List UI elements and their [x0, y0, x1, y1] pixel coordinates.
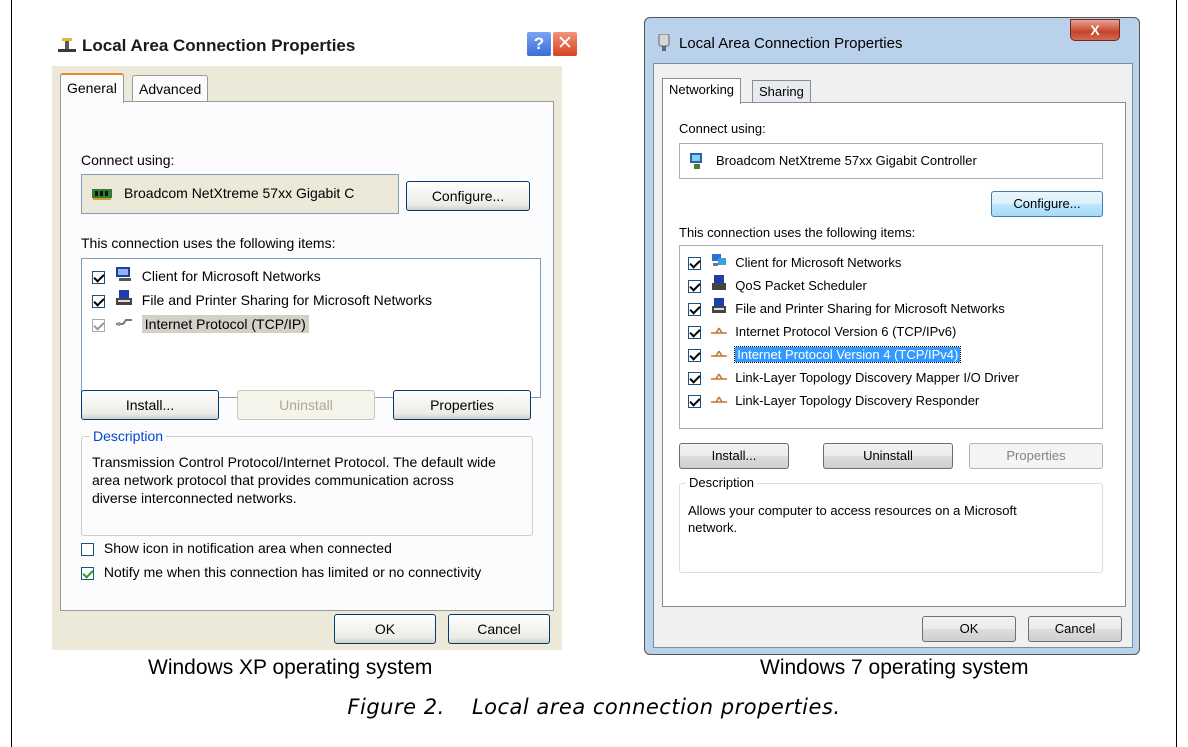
- item-label: File and Printer Sharing for Microsoft N…: [735, 301, 1005, 316]
- list-item[interactable]: File and Printer Sharing for Microsoft N…: [92, 289, 432, 311]
- tab-advanced[interactable]: Advanced: [132, 75, 209, 101]
- notify-checkbox[interactable]: [81, 566, 94, 580]
- protocol-icon: [710, 368, 727, 390]
- protocol-icon: [710, 345, 727, 367]
- network-connection-icon: [56, 37, 78, 55]
- adapter-name: Broadcom NetXtreme 57xx Gigabit Controll…: [716, 153, 977, 168]
- adapter-field: Broadcom NetXtreme 57xx Gigabit Controll…: [679, 143, 1103, 179]
- list-item[interactable]: Internet Protocol (TCP/IP): [92, 313, 309, 335]
- file-printer-sharing-icon: [711, 298, 727, 321]
- list-item[interactable]: Internet Protocol Version 4 (TCP/IPv4): [688, 344, 962, 367]
- install-button[interactable]: Install...: [679, 443, 789, 469]
- xp-general-panel: Connect using: Broadcom NetXtreme 57xx G…: [60, 101, 554, 611]
- connect-using-label: Connect using:: [81, 152, 175, 168]
- tab-general[interactable]: General: [60, 73, 124, 103]
- list-item[interactable]: Link-Layer Topology Discovery Mapper I/O…: [688, 367, 1019, 389]
- ok-button[interactable]: OK: [922, 616, 1016, 642]
- cancel-button[interactable]: Cancel: [448, 614, 550, 644]
- xp-items-list[interactable]: Client for Microsoft Networks File and P…: [81, 258, 541, 398]
- connect-using-label: Connect using:: [679, 121, 766, 136]
- network-connection-icon: [657, 33, 671, 52]
- description-text: Allows your computer to access resources…: [688, 503, 1017, 535]
- show-icon-label: Show icon in notification area when conn…: [103, 540, 392, 556]
- qos-scheduler-icon: [711, 275, 727, 298]
- figure-number: Figure 2.: [347, 695, 445, 719]
- item-label: Internet Protocol Version 4 (TCP/IPv4): [734, 346, 962, 363]
- uninstall-button[interactable]: Uninstall: [823, 443, 953, 469]
- w7-networking-panel: Connect using: Broadcom NetXtreme 57xx G…: [662, 102, 1126, 607]
- item-checkbox[interactable]: [92, 318, 105, 332]
- list-item[interactable]: Client for Microsoft Networks: [688, 252, 901, 274]
- items-label: This connection uses the following items…: [679, 225, 916, 240]
- description-groupbox: Description Allows your computer to acce…: [679, 475, 1103, 573]
- w7-dialog-body: Networking Sharing Connect using: Broadc…: [653, 63, 1133, 648]
- list-item[interactable]: Link-Layer Topology Discovery Responder: [688, 390, 979, 412]
- item-checkbox[interactable]: [92, 294, 105, 308]
- item-checkbox[interactable]: [92, 270, 105, 284]
- adapter-field: Broadcom NetXtreme 57xx Gigabit C: [81, 174, 399, 214]
- configure-button[interactable]: Configure...: [406, 181, 530, 211]
- item-label: Client for Microsoft Networks: [141, 268, 321, 284]
- list-item[interactable]: File and Printer Sharing for Microsoft N…: [688, 298, 1005, 320]
- cancel-button[interactable]: Cancel: [1028, 616, 1122, 642]
- item-label: Link-Layer Topology Discovery Responder: [735, 393, 980, 408]
- protocol-icon: [710, 391, 727, 413]
- tab-sharing[interactable]: Sharing: [752, 80, 811, 104]
- xp-title-bar: Local Area Connection Properties ? ✕: [52, 28, 578, 66]
- tab-networking[interactable]: Networking: [662, 78, 742, 104]
- figure-caption-text: Local area connection properties.: [471, 695, 841, 719]
- description-legend: Description: [686, 475, 758, 490]
- item-checkbox[interactable]: [688, 349, 701, 363]
- uninstall-button[interactable]: Uninstall: [237, 390, 375, 420]
- adapter-name: Broadcom NetXtreme 57xx Gigabit C: [124, 185, 355, 201]
- show-icon-checkbox[interactable]: [81, 542, 94, 556]
- notify-option[interactable]: Notify me when this connection has limit…: [81, 564, 481, 580]
- w7-items-list[interactable]: Client for Microsoft Networks QoS Packet…: [679, 245, 1103, 429]
- w7-caption: Windows 7 operating system: [760, 656, 1029, 679]
- xp-properties-dialog: Local Area Connection Properties ? ✕ Gen…: [52, 28, 578, 650]
- items-label: This connection uses the following items…: [81, 235, 336, 251]
- install-button[interactable]: Install...: [81, 390, 219, 420]
- list-item[interactable]: Client for Microsoft Networks: [92, 265, 321, 287]
- protocol-icon: [710, 322, 727, 344]
- item-label: Client for Microsoft Networks: [735, 255, 902, 270]
- item-checkbox[interactable]: [688, 372, 701, 386]
- close-button[interactable]: X: [1070, 19, 1120, 41]
- xp-caption: Windows XP operating system: [148, 656, 433, 679]
- network-adapter-icon: [688, 152, 706, 175]
- properties-button[interactable]: Properties: [969, 443, 1103, 469]
- item-label: File and Printer Sharing for Microsoft N…: [141, 292, 432, 308]
- list-item[interactable]: QoS Packet Scheduler: [688, 275, 867, 297]
- description-groupbox: Description Transmission Control Protoco…: [81, 428, 533, 536]
- network-client-icon: [711, 252, 727, 275]
- description-legend: Description: [90, 428, 167, 444]
- list-item[interactable]: Internet Protocol Version 6 (TCP/IPv6): [688, 321, 956, 343]
- item-checkbox[interactable]: [688, 326, 701, 340]
- configure-button[interactable]: Configure...: [991, 191, 1103, 217]
- network-client-icon: [115, 266, 133, 288]
- item-label: Link-Layer Topology Discovery Mapper I/O…: [735, 370, 1019, 385]
- item-label: QoS Packet Scheduler: [735, 278, 867, 293]
- item-label: Internet Protocol (TCP/IP): [141, 315, 309, 333]
- description-text: Transmission Control Protocol/Internet P…: [92, 454, 496, 506]
- item-checkbox[interactable]: [688, 303, 701, 317]
- network-adapter-icon: [92, 187, 114, 206]
- close-button[interactable]: ✕: [552, 31, 578, 57]
- properties-button[interactable]: Properties: [393, 390, 531, 420]
- protocol-icon: [115, 314, 133, 336]
- item-checkbox[interactable]: [688, 395, 701, 409]
- w7-dialog-title: Local Area Connection Properties: [679, 35, 903, 52]
- item-checkbox[interactable]: [688, 257, 701, 271]
- notify-label: Notify me when this connection has limit…: [103, 564, 482, 580]
- ok-button[interactable]: OK: [334, 614, 436, 644]
- help-button[interactable]: ?: [526, 31, 552, 57]
- item-label: Internet Protocol Version 6 (TCP/IPv6): [735, 324, 957, 339]
- figure-caption: Figure 2. Local area connection properti…: [0, 695, 1188, 719]
- file-printer-sharing-icon: [115, 290, 133, 312]
- w7-properties-dialog: Local Area Connection Properties X Netwo…: [644, 17, 1140, 655]
- item-checkbox[interactable]: [688, 280, 701, 294]
- show-icon-option[interactable]: Show icon in notification area when conn…: [81, 540, 392, 556]
- xp-dialog-title: Local Area Connection Properties: [82, 36, 356, 55]
